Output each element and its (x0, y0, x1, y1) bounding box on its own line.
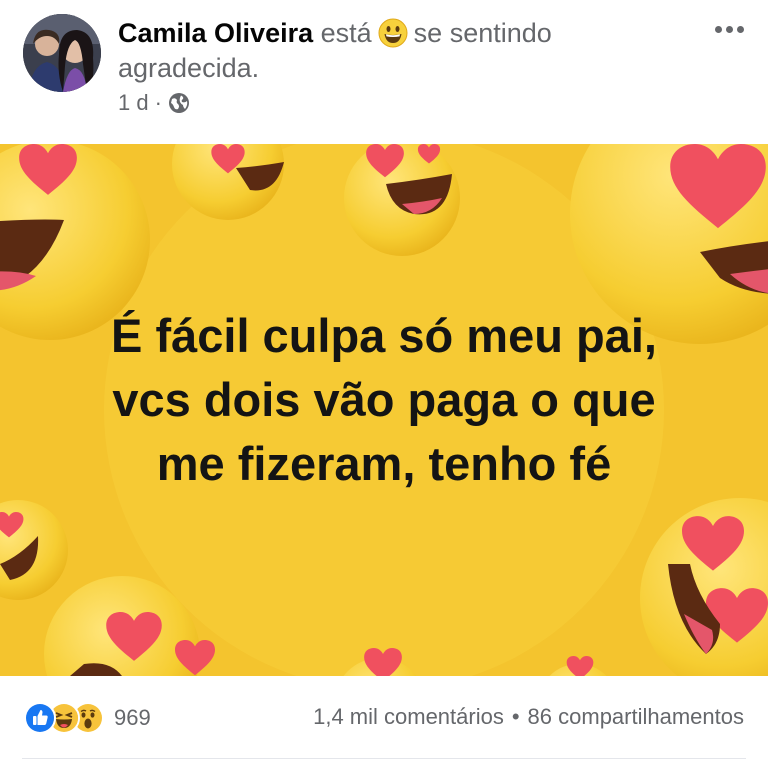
post-meta: 1 d · (118, 90, 190, 116)
feeling-text[interactable]: agradecida. (118, 53, 259, 83)
more-options-button[interactable] (712, 18, 746, 40)
like-icon (24, 702, 56, 734)
footer-divider (22, 758, 746, 759)
post-text-line: vcs dois vão paga o que (112, 373, 656, 426)
engagement-stats: 1,4 mil comentários • 86 compartilhament… (313, 704, 744, 730)
shares-count[interactable]: 86 compartilhamentos (528, 704, 744, 730)
status-suffix: se sentindo (413, 18, 552, 48)
post-header: Camila Oliveira está se sentindo agradeci… (0, 0, 768, 144)
post-text-line: É fácil culpa só meu pai, (111, 309, 657, 362)
post-image-text: É fácil culpa só meu pai, vcs dois vão p… (40, 304, 728, 496)
post-image[interactable]: É fácil culpa só meu pai, vcs dois vão p… (0, 144, 768, 676)
post-timestamp[interactable]: 1 d (118, 90, 149, 116)
status-prefix: está (320, 18, 372, 48)
post-footer: 969 1,4 mil comentários • 86 compartilha… (0, 676, 768, 768)
author-avatar[interactable] (23, 14, 101, 92)
reactions-summary[interactable]: 969 (24, 702, 151, 734)
grinning-emoji-icon (378, 18, 408, 48)
author-name[interactable]: Camila Oliveira (118, 18, 313, 48)
reaction-count[interactable]: 969 (114, 705, 151, 731)
more-options-icon (714, 25, 722, 33)
meta-separator: · (154, 90, 162, 115)
post-status-line: Camila Oliveira está se sentindo agradeci… (118, 16, 718, 86)
comments-count[interactable]: 1,4 mil comentários (313, 704, 504, 730)
globe-icon[interactable] (168, 92, 190, 114)
post-text-line: me fizeram, tenho fé (156, 437, 612, 490)
stats-bullet: • (511, 704, 520, 729)
